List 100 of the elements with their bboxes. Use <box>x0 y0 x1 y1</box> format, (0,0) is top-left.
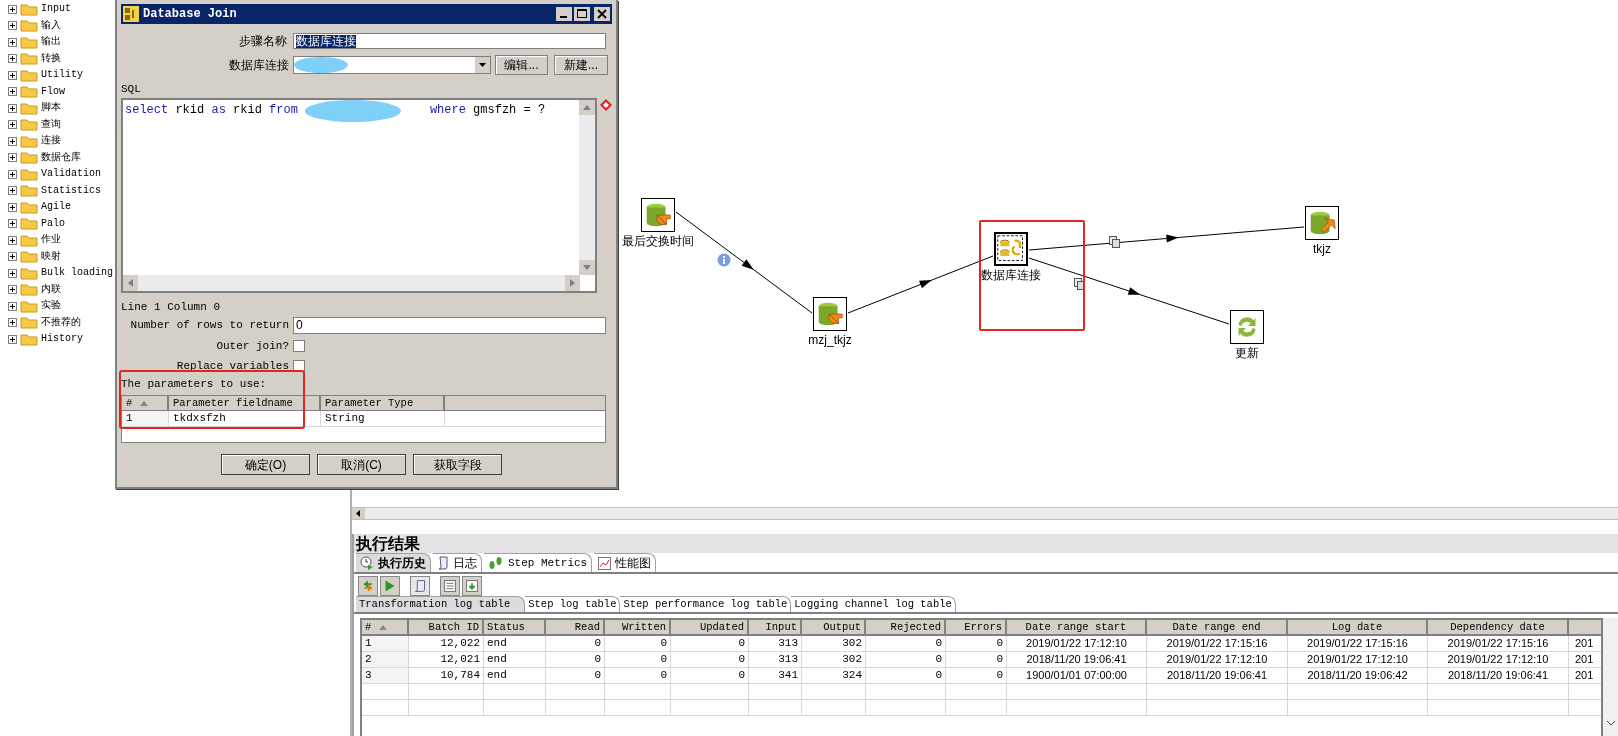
tab[interactable]: 性能图 <box>594 553 657 572</box>
tree-item[interactable]: Palo <box>41 218 65 229</box>
dialog-button[interactable]: 确定(O) <box>221 454 310 475</box>
rows-field[interactable]: 0 <box>293 316 606 334</box>
table-cell: 1 <box>362 636 409 652</box>
tree-item[interactable]: Flow <box>41 86 65 97</box>
tree-item[interactable]: 脚本 <box>41 103 61 114</box>
tab[interactable]: 日志 <box>433 553 482 572</box>
column-header[interactable]: Date range start <box>1007 620 1147 636</box>
tree-item[interactable]: Statistics <box>41 185 101 196</box>
connection-dropdown[interactable] <box>293 56 491 74</box>
tab[interactable]: Step log table <box>525 596 621 612</box>
tree-item[interactable]: Agile <box>41 202 71 213</box>
column-header[interactable]: Rejected <box>866 620 946 636</box>
tree-item[interactable]: 查询 <box>41 119 61 130</box>
table-cell: 201 <box>1569 668 1601 684</box>
copy-icon[interactable] <box>1074 278 1085 290</box>
log-icon[interactable] <box>410 576 430 596</box>
column-header[interactable]: Dependency date <box>1428 620 1569 636</box>
tree-item[interactable]: Input <box>41 4 71 15</box>
tree-item[interactable]: 不推荐的 <box>41 317 81 328</box>
checkbox[interactable] <box>293 340 305 352</box>
edit-button[interactable]: 编辑... <box>495 55 548 75</box>
expand-icon[interactable] <box>8 103 17 113</box>
tree-item[interactable]: 数据仓库 <box>41 152 81 163</box>
step-name-field[interactable]: 数据库连接 <box>293 33 606 49</box>
minimize-icon[interactable] <box>556 7 572 21</box>
tree-item[interactable]: 实验 <box>41 301 61 312</box>
scroll-down-icon[interactable] <box>1605 720 1616 726</box>
tree-item[interactable]: 输出 <box>41 37 61 48</box>
scroll-up-icon[interactable] <box>579 100 596 115</box>
tab[interactable]: Logging channel log table <box>791 596 956 612</box>
copy-icon[interactable] <box>1109 236 1120 248</box>
scroll-left-icon[interactable] <box>352 508 365 519</box>
column-header[interactable]: Status <box>484 620 546 636</box>
expand-icon[interactable] <box>8 318 17 328</box>
database-step-icon[interactable] <box>1305 206 1339 240</box>
tree-item[interactable]: 作业 <box>41 235 61 246</box>
column-header[interactable]: Date range end <box>1147 620 1288 636</box>
info-icon[interactable] <box>717 253 731 267</box>
column-header[interactable]: Output <box>802 620 866 636</box>
expand-icon[interactable] <box>8 202 17 212</box>
tree-item[interactable]: 转换 <box>41 53 61 64</box>
sql-editor[interactable]: select rkid as rkid from where gmsfzh = ? <box>121 98 598 293</box>
expand-icon[interactable] <box>8 301 17 311</box>
expand-icon[interactable] <box>8 4 17 14</box>
column-header[interactable]: Read <box>546 620 605 636</box>
dialog-button[interactable]: 获取字段 <box>413 454 502 475</box>
tree-item[interactable]: Validation <box>41 169 101 180</box>
tree-item[interactable]: 内联 <box>41 284 61 295</box>
table-cell <box>802 684 866 700</box>
expand-icon[interactable] <box>8 169 17 179</box>
expand-icon[interactable] <box>8 70 17 80</box>
expand-icon[interactable] <box>8 285 17 295</box>
expand-icon[interactable] <box>8 153 17 163</box>
refresh-icon[interactable] <box>1230 310 1264 344</box>
maximize-icon[interactable] <box>574 7 590 21</box>
new-button[interactable]: 新建... <box>554 55 608 75</box>
hop-arrow[interactable] <box>1028 226 1305 251</box>
expand-icon[interactable] <box>8 136 17 146</box>
tree-item[interactable]: History <box>41 334 83 345</box>
close-icon[interactable] <box>594 7 610 21</box>
tree-item[interactable]: Bulk loading <box>41 268 113 279</box>
column-header[interactable]: Parameter fieldname <box>169 396 321 411</box>
expand-icon[interactable] <box>8 186 17 196</box>
column-header[interactable]: Input <box>749 620 802 636</box>
tab[interactable]: Step Metrics <box>484 553 593 572</box>
hop-arrow[interactable] <box>847 255 994 314</box>
column-header[interactable]: Errors <box>946 620 1007 636</box>
database-step-icon[interactable] <box>813 297 847 331</box>
expand-icon[interactable] <box>8 120 17 130</box>
column-header[interactable]: Log date <box>1288 620 1428 636</box>
column-header[interactable]: Written <box>605 620 671 636</box>
database-join-icon[interactable] <box>994 232 1028 266</box>
database-step-icon[interactable] <box>641 198 675 232</box>
dialog-button[interactable]: 取消(C) <box>317 454 406 475</box>
table-cell <box>946 684 1007 700</box>
expand-icon[interactable] <box>8 252 17 262</box>
expand-icon[interactable] <box>8 235 17 245</box>
tree-item[interactable]: Utility <box>41 70 83 81</box>
list-icon[interactable] <box>440 576 460 596</box>
column-header[interactable]: Parameter Type <box>321 396 445 411</box>
tree-item[interactable]: 映射 <box>41 251 61 262</box>
expand-icon[interactable] <box>8 37 17 47</box>
tab[interactable]: Transformation log table <box>356 596 526 612</box>
scroll-right-icon[interactable] <box>565 275 580 291</box>
column-header[interactable]: Batch ID <box>409 620 484 636</box>
folder-icon <box>20 184 38 198</box>
tree-item[interactable]: 连接 <box>41 136 61 147</box>
expand-icon[interactable] <box>8 21 17 31</box>
tab[interactable]: 执行历史 <box>356 553 431 572</box>
expand-icon[interactable] <box>8 219 17 229</box>
expand-icon[interactable] <box>8 87 17 97</box>
expand-icon[interactable] <box>8 54 17 64</box>
expand-icon[interactable] <box>8 334 17 344</box>
tree-item[interactable]: 输入 <box>41 20 61 31</box>
expand-icon[interactable] <box>8 268 17 278</box>
column-header[interactable]: Updated <box>671 620 749 636</box>
tab[interactable]: Step performance log table <box>620 596 792 612</box>
download-icon[interactable] <box>462 576 482 596</box>
